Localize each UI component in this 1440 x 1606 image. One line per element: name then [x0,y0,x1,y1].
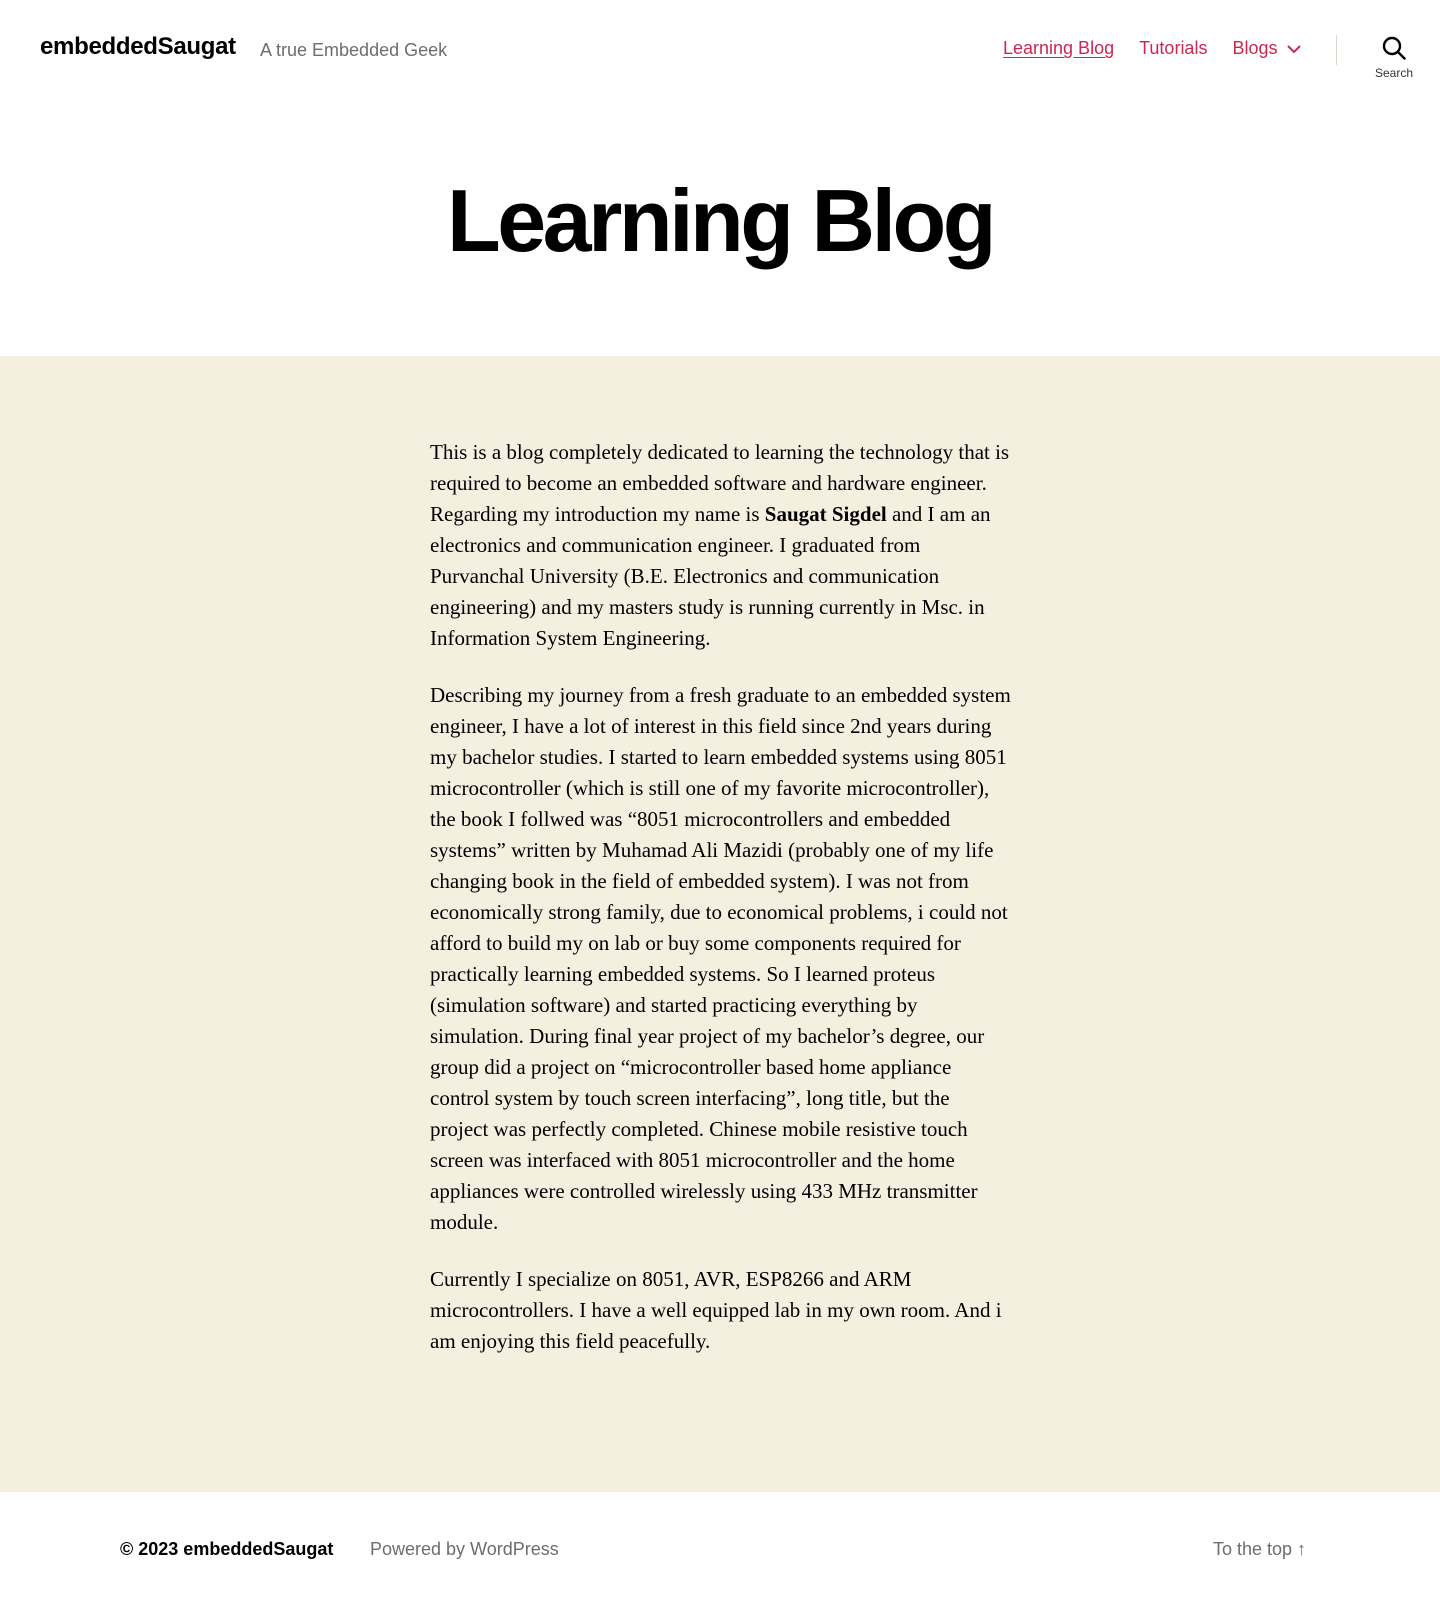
page-content: This is a blog completely dedicated to l… [0,356,1440,1492]
paragraph-current: Currently I specialize on 8051, AVR, ESP… [430,1267,1002,1353]
chevron-down-icon[interactable] [1287,44,1302,54]
site-header: embeddedSaugat A true Embedded Geek Lear… [0,0,1440,100]
header-divider [1336,35,1337,65]
search-icon [1382,36,1406,60]
primary-nav: Learning Blog Tutorials Blogs [1003,38,1302,59]
search-label: Search [1374,66,1414,80]
page-title: Learning Blog [446,171,997,270]
powered-by-link[interactable]: Powered by WordPress [370,1539,559,1560]
site-title-link[interactable]: embeddedSaugat [40,33,236,61]
content-body: This is a blog completely dedicated to l… [430,437,1012,1383]
nav-item-blogs-label[interactable]: Blogs [1232,38,1277,59]
page-header: Learning Blog [0,100,1440,356]
nav-item-blogs[interactable]: Blogs [1232,38,1302,59]
nav-item-tutorials[interactable]: Tutorials [1139,38,1207,59]
footer-copyright[interactable]: © 2023 embeddedSaugat [120,1539,333,1560]
nav-item-learning-blog[interactable]: Learning Blog [1003,38,1114,59]
to-the-top-link[interactable]: To the top ↑ [1213,1539,1306,1560]
site-footer: © 2023 embeddedSaugat Powered by WordPre… [0,1492,1440,1606]
paragraph-intro: This is a blog completely dedicated to l… [430,437,1012,654]
author-name: Saugat Sigdel [764,502,887,526]
site-tagline: A true Embedded Geek [260,40,448,60]
search-toggle-button[interactable]: Search [1364,36,1424,86]
paragraph-journey: Describing my journey from a fresh gradu… [430,683,1011,1234]
